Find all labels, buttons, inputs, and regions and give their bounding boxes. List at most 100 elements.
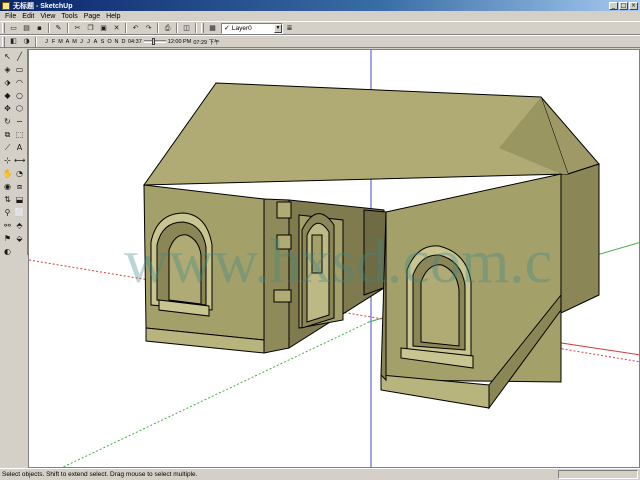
tape-measure-icon[interactable]: ⟋: [2, 142, 13, 153]
paste-icon[interactable]: ▣: [98, 23, 109, 34]
time-slider-track[interactable]: [143, 38, 166, 45]
toolbar-separator: [195, 23, 197, 33]
month-label: D: [121, 38, 126, 45]
eraser-icon[interactable]: ◆: [2, 90, 13, 101]
zoom-icon[interactable]: ⚲: [2, 207, 13, 218]
shadow-toolbar: ◧ ◑ J F M A M J J A S O N D 04:37 12:00 …: [0, 35, 640, 48]
delete-icon[interactable]: ✕: [111, 23, 122, 34]
redo-icon[interactable]: ↷: [143, 23, 154, 34]
layer-select[interactable]: ✓ Layer0 ▼: [221, 22, 283, 34]
maximize-button[interactable]: □: [619, 1, 628, 10]
toolbar-separator: [35, 36, 37, 47]
window-title: 无标题 - SketchUp: [13, 2, 73, 10]
open-folder-icon[interactable]: ▤: [21, 23, 32, 34]
standard-toolbar: ▭ ▤ ▪ ✎ ✂ ❐ ▣ ✕ ↶ ↷ ⎙ ◫ ▦ ✓ Layer0 ▼ ≣: [0, 21, 640, 35]
minimize-button[interactable]: _: [609, 1, 618, 10]
axes-tool-icon[interactable]: ⊹: [2, 155, 13, 166]
copy-icon[interactable]: ❐: [85, 23, 96, 34]
move-tool-icon[interactable]: ✥: [2, 103, 13, 114]
menu-view[interactable]: View: [37, 13, 58, 20]
layers-icon[interactable]: ▦: [207, 23, 218, 34]
position-camera-icon[interactable]: ⚑: [2, 233, 13, 244]
layer-manager-icon[interactable]: ≣: [284, 23, 295, 34]
watermark-text: www.hxsd.com.c: [124, 228, 552, 296]
value-control-box[interactable]: [558, 470, 638, 479]
time-mid-label: 12:00 PM: [167, 38, 192, 45]
menu-file[interactable]: File: [2, 13, 19, 20]
roof-front-slope: [143, 82, 569, 186]
status-text: Select objects. Shift to extend select. …: [2, 471, 198, 478]
toolbar-separator: [176, 23, 178, 33]
time-start-label: 04:37: [128, 38, 142, 45]
arc-tool-icon[interactable]: ◠: [14, 77, 25, 88]
erase-icon[interactable]: ✎: [53, 23, 64, 34]
sketchup-window: 无标题 - SketchUp _ □ × File Edit View Tool…: [0, 0, 640, 480]
protractor-icon[interactable]: ◔: [14, 168, 25, 179]
month-label: S: [100, 38, 105, 45]
close-button[interactable]: ×: [629, 1, 638, 10]
menu-tools[interactable]: Tools: [58, 13, 80, 20]
chevron-down-icon[interactable]: ▼: [274, 23, 282, 33]
month-label: J: [80, 38, 83, 45]
month-label: M: [72, 38, 77, 45]
month-label: F: [51, 38, 56, 45]
month-label: N: [114, 38, 119, 45]
zoom-window-icon[interactable]: ⬜: [14, 207, 25, 218]
status-bar: Select objects. Shift to extend select. …: [0, 468, 640, 480]
rotate-tool-icon[interactable]: ↻: [2, 116, 13, 127]
toolbar-grip[interactable]: [2, 23, 5, 33]
menu-edit[interactable]: Edit: [19, 13, 37, 20]
menu-page[interactable]: Page: [81, 13, 103, 20]
corbel-upper: [276, 201, 292, 219]
paint-bucket-icon[interactable]: ◈: [2, 64, 13, 75]
menu-help[interactable]: Help: [103, 13, 123, 20]
modeling-viewport[interactable]: www.hxsd.com.c: [28, 49, 640, 468]
layer-visible-checkmark: ✓: [224, 24, 230, 32]
push-pull-icon[interactable]: ⬚: [14, 129, 25, 140]
look-around-icon[interactable]: ◐: [2, 246, 13, 257]
save-icon[interactable]: ▪: [34, 23, 45, 34]
toolbar-separator: [157, 23, 159, 33]
month-label: M: [58, 38, 63, 45]
walk-icon[interactable]: ⇅: [2, 194, 13, 205]
title-bar[interactable]: 无标题 - SketchUp _ □ ×: [0, 0, 640, 11]
month-label: O: [107, 38, 112, 45]
menu-bar: File Edit View Tools Page Help: [0, 11, 640, 21]
line-tool-icon[interactable]: ╱: [14, 51, 25, 62]
new-file-icon[interactable]: ▭: [8, 23, 19, 34]
model-info-icon[interactable]: ◫: [181, 23, 192, 34]
previous-view-icon[interactable]: ⬘: [14, 220, 25, 231]
shadow-toggle-icon[interactable]: ◑: [21, 36, 32, 47]
follow-me-icon[interactable]: ⬓: [14, 194, 25, 205]
right-side-wall: [560, 163, 600, 314]
shadow-settings-icon[interactable]: ◧: [8, 36, 19, 47]
layer-name: Layer0: [231, 24, 252, 32]
rectangle-tool-icon[interactable]: ▭: [14, 64, 25, 75]
time-slider-handle[interactable]: [151, 38, 155, 45]
circle-tool-icon[interactable]: ○: [14, 90, 25, 101]
print-icon[interactable]: ⎙: [162, 23, 173, 34]
zoom-extents-icon[interactable]: ⚯: [2, 220, 13, 231]
toolbar-grip[interactable]: [2, 36, 5, 47]
dimension-tool-icon[interactable]: ⟷: [14, 155, 25, 166]
cut-icon[interactable]: ✂: [72, 23, 83, 34]
undo-icon[interactable]: ↶: [130, 23, 141, 34]
toolbar-grip[interactable]: [201, 23, 204, 33]
orbit-icon[interactable]: ◉: [2, 181, 13, 192]
toolbar-separator: [48, 23, 50, 33]
polygon-tool-icon[interactable]: ⬡: [14, 103, 25, 114]
component-icon[interactable]: ⬗: [2, 77, 13, 88]
scale-tool-icon[interactable]: ⧉: [2, 129, 13, 140]
select-arrow-icon[interactable]: ↖: [2, 51, 13, 62]
text-tool-icon[interactable]: A: [14, 142, 25, 153]
model-canvas: www.hxsd.com.c: [29, 50, 639, 467]
freehand-tool-icon[interactable]: ∽: [14, 116, 25, 127]
month-slider[interactable]: J F M A M J J A S O N D: [43, 39, 127, 45]
tools-palette: ↖ ╱ ◈ ▭ ⬗ ◠ ◆ ○ ✥ ⬡ ↻ ∽ ⧉ ⬚ ⟋ A ⊹ ⟷ ✋ ◔ …: [0, 49, 28, 257]
section-plane-icon[interactable]: ⬙: [14, 233, 25, 244]
offset-tool-icon[interactable]: ⧈: [14, 181, 25, 192]
time-slider[interactable]: 04:37 12:00 PM 07:29 下午: [127, 38, 221, 46]
toolbar-separator: [67, 23, 69, 33]
pan-hand-icon[interactable]: ✋: [2, 168, 13, 179]
month-label: A: [65, 38, 70, 45]
